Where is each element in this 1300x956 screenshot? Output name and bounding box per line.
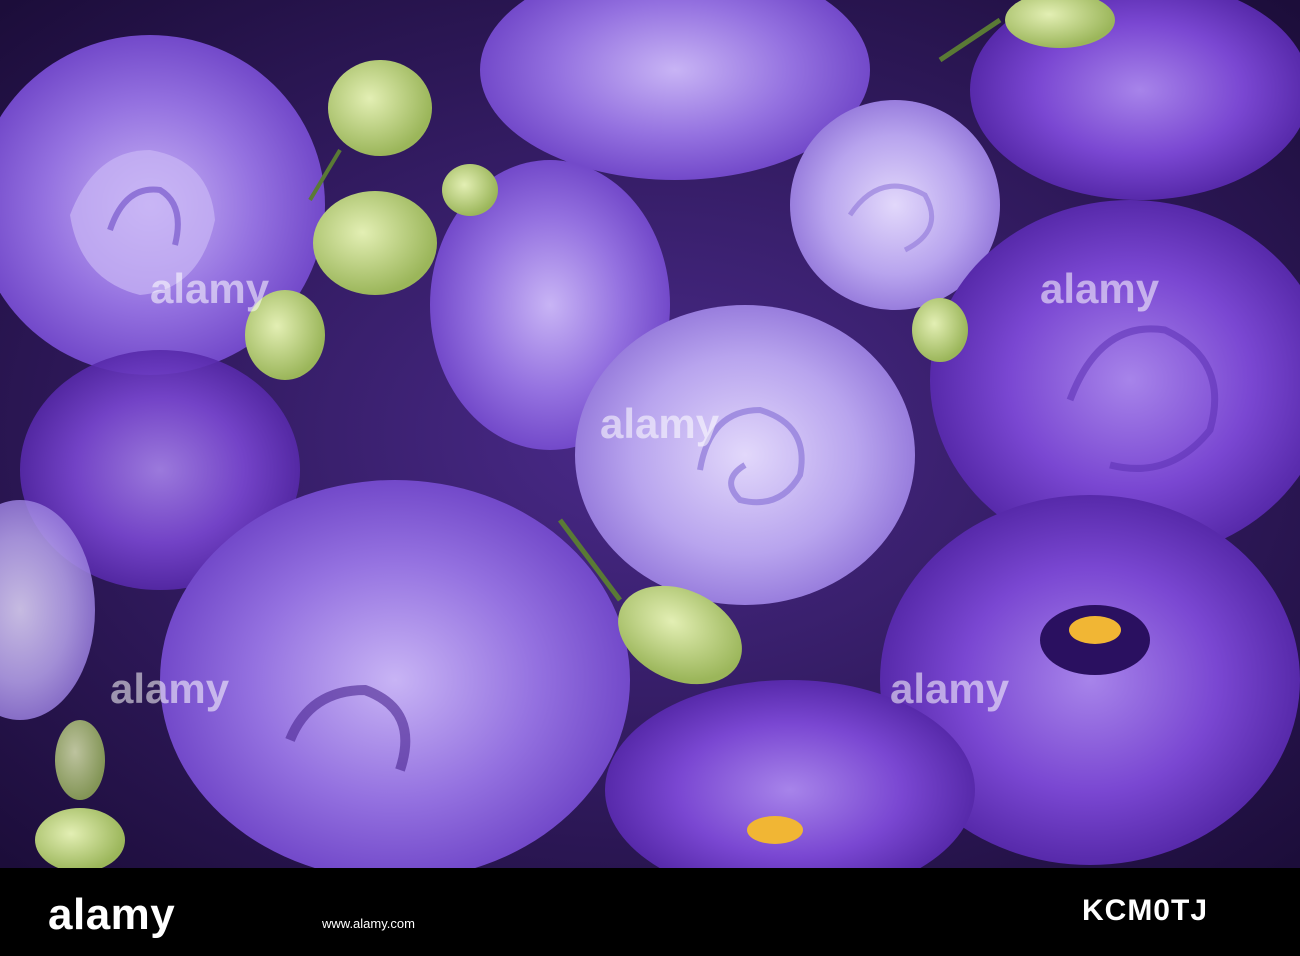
flower-bottom-left xyxy=(160,480,630,880)
alamy-logo: alamy xyxy=(48,890,176,939)
watermark-text: alamy xyxy=(110,665,230,712)
watermark-strip: alamy www.alamy.com KCM0TJ xyxy=(0,868,1300,956)
bud xyxy=(313,191,437,295)
flower-center xyxy=(575,305,915,605)
bud xyxy=(912,298,968,362)
bud xyxy=(442,164,498,216)
watermark-text: alamy xyxy=(600,400,720,447)
stamen xyxy=(1069,616,1121,644)
watermark-text: alamy xyxy=(150,265,270,312)
flower-photo: alamy alamy alamy alamy alamy xyxy=(0,0,1300,900)
image-id: KCM0TJ xyxy=(1081,894,1208,927)
watermark-text: alamy xyxy=(890,665,1010,712)
watermark-text: alamy xyxy=(1040,265,1160,312)
site-url: www.alamy.com xyxy=(322,916,415,931)
bud xyxy=(328,60,432,156)
